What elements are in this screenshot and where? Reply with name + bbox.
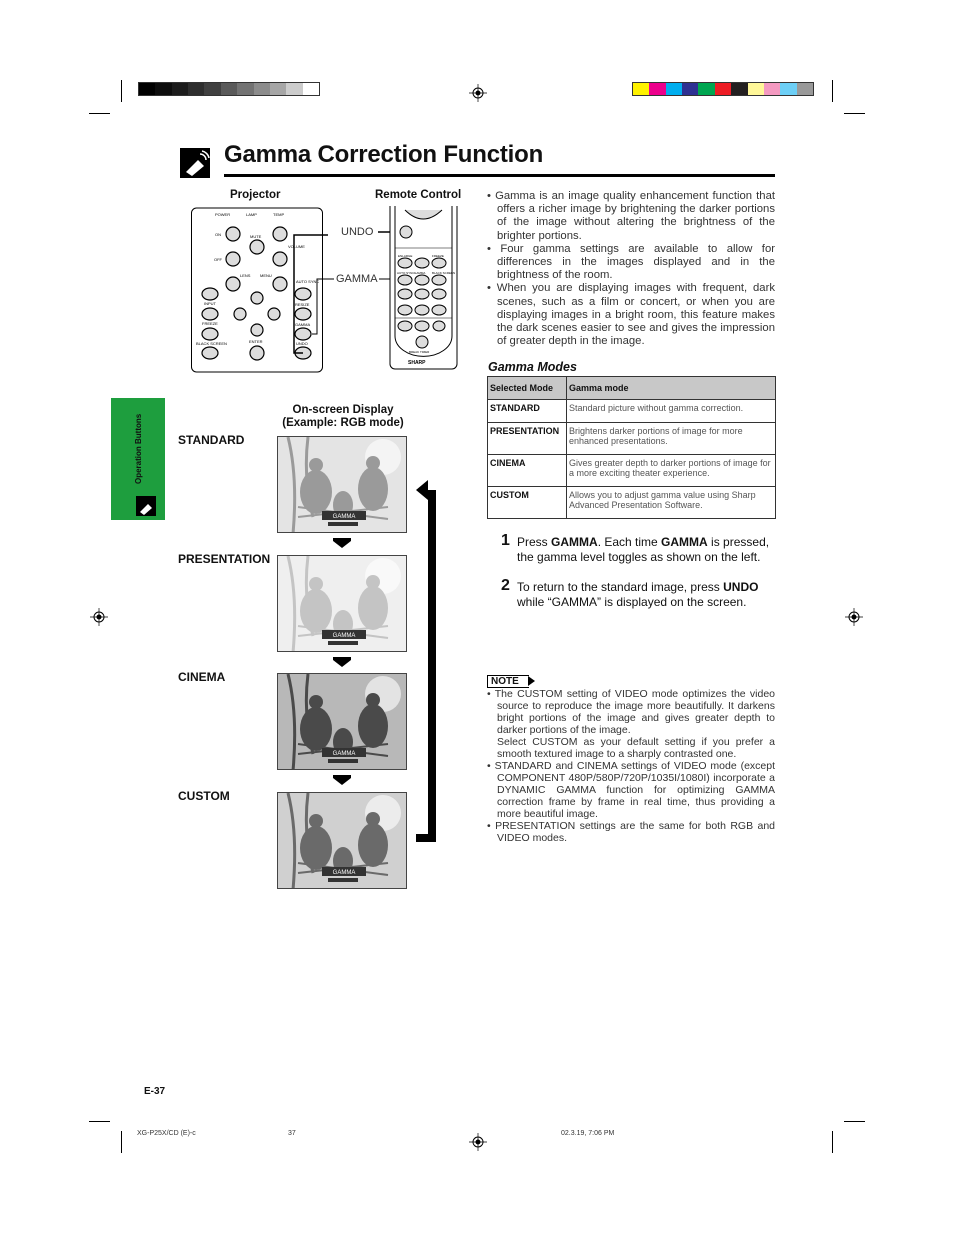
side-tab: Operation Buttons [111,398,165,520]
crop-mark [832,1131,833,1153]
osd-gamma-label: GAMMA [333,751,356,757]
svg-text:BLACK SCREEN: BLACK SCREEN [196,341,227,346]
control-panel-diagram: POWER LAMP TEMP ONOFF MUTEVOLUME LENS MENU … [191,206,458,373]
cmyk-color-bar [632,82,814,96]
loop-back-arrow-icon [416,480,436,842]
osd-heading: On-screen Display (Example: RGB mode) [282,404,404,429]
remote-label: Remote Control [375,189,462,201]
crop-mark [832,80,833,102]
color-swatch [139,83,156,95]
color-swatch [237,83,254,95]
registration-mark-icon [90,608,108,626]
page-number: E-37 [144,1086,166,1097]
footer-file: XG-P25X/CD (E)-c [137,1130,196,1137]
down-arrow-icon [333,541,351,548]
color-swatch [171,83,189,95]
svg-text:GAMMA: GAMMA [414,271,425,275]
footer-date: 02.3.19, 7:06 PM [561,1130,615,1137]
remote-hand-icon [136,496,156,516]
color-swatch [714,83,732,95]
intro-text: • Gamma is an image quality enhancement … [487,190,776,348]
svg-text:OFF: OFF [214,257,223,262]
crop-mark [89,113,110,114]
svg-text:INPUT: INPUT [204,301,217,306]
svg-text:SHARP: SHARP [408,360,426,366]
color-swatch [747,83,764,95]
osd-gamma-label: GAMMA [333,633,356,639]
page-title: Gamma Correction Function [224,141,544,168]
color-swatch [188,83,205,95]
color-swatch [204,83,221,95]
svg-text:ON: ON [215,232,221,237]
down-arrow-icon [333,660,351,667]
gamma-modes-table: Selected Mode Gamma mode STANDARD Standard… [487,376,776,519]
svg-text:FREEZE: FREEZE [432,254,444,258]
down-arrow-icon [333,778,351,785]
remote-hand-icon [180,148,210,178]
gamma-modes-heading: Gamma Modes [488,360,577,374]
osd-example-image: GAMMA [277,555,407,652]
title-rule [224,174,775,177]
osd-example-image: GAMMA [277,673,407,770]
svg-text:ENLARGE: ENLARGE [398,254,412,258]
step-2: 2 To return to the standard image, press … [501,577,759,610]
registration-mark-icon [469,1133,487,1151]
registration-mark-icon [469,84,487,102]
step-1: 1 Press GAMMA. Each time GAMMA is pressed… [501,532,770,565]
svg-text:ENTER: ENTER [249,339,263,344]
mode-label-custom: CUSTOM [178,789,230,803]
svg-text:LENS: LENS [240,273,251,278]
svg-text:MUTE: MUTE [250,234,262,239]
color-swatch [269,83,287,95]
color-swatch [796,83,813,95]
color-swatch [698,83,715,95]
svg-text:LAMP: LAMP [246,212,257,217]
registration-mark-icon [845,608,863,626]
svg-text:TEMP: TEMP [273,212,284,217]
svg-text:UNDO: UNDO [296,341,308,346]
note-text: • The CUSTOM setting of VIDEO mode optim… [487,688,776,844]
mode-label-presentation: PRESENTATION [178,552,271,566]
gamma-callout: GAMMA [335,273,379,285]
svg-text:VOLUME: VOLUME [288,244,305,249]
color-swatch [763,83,781,95]
svg-text:BREAK TIMER: BREAK TIMER [409,350,430,354]
crop-mark [844,113,865,114]
osd-example-image: GAMMA [277,792,407,889]
grayscale-color-bar [138,82,320,96]
osd-gamma-label: GAMMA [333,870,356,876]
mode-label-cinema: CINEMA [178,670,226,684]
color-swatch [682,83,699,95]
crop-mark [89,1121,110,1122]
color-swatch [665,83,683,95]
projector-label: Projector [230,189,281,201]
side-tab-label: Operation Buttons [134,413,143,484]
color-swatch [731,83,748,95]
svg-text:GAMMA: GAMMA [295,322,310,327]
color-swatch [780,83,797,95]
color-swatch [253,83,270,95]
note-badge: NOTE [487,675,535,688]
svg-text:AUTO SYNC: AUTO SYNC [296,279,319,284]
osd-example-image: GAMMA [277,436,407,533]
crop-mark [121,80,122,102]
svg-text:MENU: MENU [260,273,272,278]
svg-text:POWER: POWER [215,212,230,217]
color-swatch [302,83,319,95]
mode-label-standard: STANDARD [178,433,245,447]
crop-mark [844,1121,865,1122]
color-swatch [220,83,238,95]
osd-gamma-label: GAMMA [333,514,356,520]
color-swatch [633,83,650,95]
svg-text:AUTO SYNC: AUTO SYNC [397,271,415,275]
svg-text:RESIZE: RESIZE [295,302,310,307]
color-swatch [155,83,172,95]
color-swatch [286,83,303,95]
footer-page: 37 [288,1130,296,1137]
crop-mark [121,1131,122,1153]
color-swatch [649,83,666,95]
svg-text:FREEZE: FREEZE [202,321,218,326]
svg-text:BLACK SCREEN: BLACK SCREEN [432,271,455,275]
undo-callout: UNDO [340,226,375,238]
